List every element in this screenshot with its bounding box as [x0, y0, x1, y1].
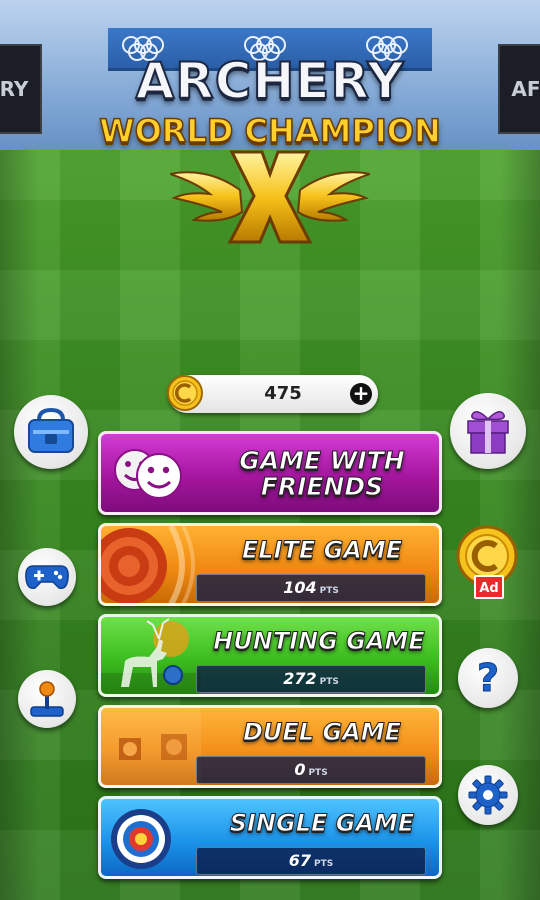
smiley-faces-icon [114, 449, 182, 499]
duel-points-bar: 0 PTS [196, 756, 426, 784]
duel-game-button[interactable]: DUEL GAME 0 PTS [98, 705, 442, 788]
friends-title-line1: GAME WITH [239, 446, 405, 475]
gamepad-button[interactable] [18, 548, 76, 606]
field-shadow-left [0, 150, 40, 900]
game-logo: ARCHERY WORLD CHAMPION [60, 50, 480, 250]
coin-ad-button[interactable]: Ad [452, 525, 522, 607]
bullseye-icon [111, 809, 171, 869]
hunting-points-unit: PTS [319, 677, 339, 687]
coin-count: 475 [264, 383, 302, 404]
hunting-points-bar: 272 PTS [196, 665, 426, 693]
scoreboard-right: AF [498, 44, 540, 134]
joystick-button[interactable] [18, 670, 76, 728]
add-coins-button[interactable]: + [350, 383, 372, 405]
coin-balance-bar: 475 + [167, 375, 378, 413]
duel-target-icon [101, 708, 201, 785]
hunting-game-title: HUNTING GAME [213, 627, 426, 656]
elite-game-title: ELITE GAME [241, 536, 403, 565]
deer-icon [101, 618, 201, 694]
settings-button[interactable] [458, 765, 518, 825]
ad-label: Ad [479, 581, 499, 596]
duel-points-unit: PTS [308, 768, 328, 778]
single-points: 67 [288, 851, 312, 870]
duel-points: 0 [294, 760, 306, 779]
help-icon: ? [476, 656, 500, 701]
elite-points-bar: 104 PTS [196, 574, 426, 602]
bag-icon [28, 408, 74, 453]
gift-button[interactable] [450, 393, 526, 469]
winged-x-emblem-icon [170, 150, 370, 244]
gamepad-icon [25, 565, 69, 590]
gift-icon [467, 411, 509, 454]
single-points-unit: PTS [314, 859, 334, 869]
target-icon [101, 526, 195, 603]
single-game-button[interactable]: SINGLE GAME 67 PTS [98, 796, 442, 879]
settings-icon [468, 775, 508, 815]
help-button[interactable]: ? [458, 648, 518, 708]
elite-points-unit: PTS [319, 586, 339, 596]
single-points-bar: 67 PTS [196, 847, 426, 875]
single-game-title: SINGLE GAME [229, 809, 415, 838]
logo-subtitle: WORLD CHAMPION [99, 111, 442, 151]
hunting-game-button[interactable]: HUNTING GAME 272 PTS [98, 614, 442, 697]
hunting-points: 272 [283, 669, 317, 688]
duel-game-title: DUEL GAME [242, 718, 401, 747]
coin-icon [167, 375, 203, 411]
elite-game-button[interactable]: ELITE GAME 104 PTS [98, 523, 442, 606]
elite-points: 104 [283, 578, 317, 597]
logo-title: ARCHERY [135, 51, 405, 111]
ad-badge: Ad [474, 575, 504, 599]
bag-button[interactable] [14, 395, 88, 469]
scoreboard-left: RY [0, 44, 42, 134]
friends-title-line2: FRIENDS [260, 472, 384, 501]
joystick-icon [30, 681, 64, 717]
game-with-friends-button[interactable]: GAME WITH FRIENDS [98, 431, 442, 515]
